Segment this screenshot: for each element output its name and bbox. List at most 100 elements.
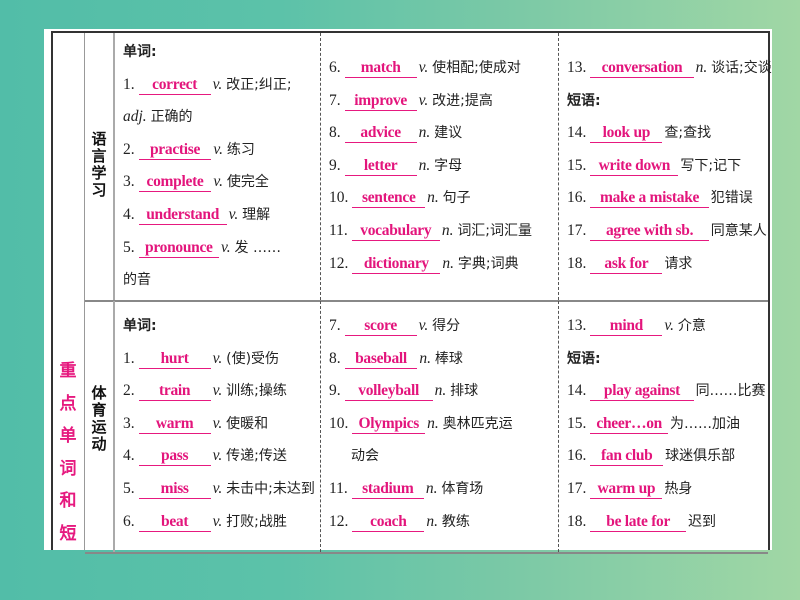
meaning: 字典;词典 <box>457 255 519 272</box>
vocab-entry: 16. fan club 球迷俱乐部 <box>567 443 735 469</box>
answer-blank[interactable]: mind <box>590 317 663 336</box>
meaning: 理解 <box>242 207 271 223</box>
answer-blank[interactable]: complete <box>138 173 212 193</box>
answer-blank[interactable]: warm <box>138 415 211 434</box>
part-of-speech: n. <box>418 124 435 142</box>
answer-blank[interactable]: agree with sb. <box>590 222 709 241</box>
vocab-entry: 7. improve v. 改进;提高 <box>329 88 493 114</box>
answer-blank[interactable]: look up <box>590 124 663 144</box>
answer-blank[interactable]: miss <box>138 480 211 499</box>
answer-blank[interactable]: advice <box>344 124 417 144</box>
part-of-speech: v. <box>212 512 227 530</box>
answer-blank[interactable]: letter <box>344 157 417 176</box>
answer-blank[interactable]: vocabulary <box>351 222 440 241</box>
answer-blank[interactable]: make a mistake <box>590 189 709 209</box>
entry-number: 5. <box>123 480 135 497</box>
answer-blank[interactable]: dictionary <box>352 255 441 274</box>
meaning: 同……比赛 <box>695 383 766 400</box>
vocab-entry: 13. mind v. 介意 <box>567 313 706 339</box>
column-1: 单词: 1. correct v. 改正;纠正; adj. 正确的 2. practise v… <box>115 33 321 300</box>
category-label: 语言学习 <box>91 130 107 199</box>
meaning: 动会 <box>351 448 379 465</box>
meaning: 使暖和 <box>226 415 269 432</box>
answer-blank[interactable]: pass <box>138 447 211 467</box>
answer-blank[interactable]: correct <box>138 76 211 95</box>
part-of-speech: n. <box>425 480 442 497</box>
vocab-entry: 2. train v. 训练;操练 <box>123 378 287 404</box>
answer-blank[interactable]: hurt <box>138 350 211 369</box>
vocab-entry: 7. score v. 得分 <box>329 313 460 339</box>
answer-blank[interactable]: coach <box>352 513 425 532</box>
meaning: 的音 <box>123 272 151 289</box>
section-column: 重点单词和短 <box>53 33 85 550</box>
vocab-entry: 5. pronounce v. 发 …… <box>123 235 281 261</box>
answer-blank[interactable]: baseball <box>344 350 418 369</box>
answer-blank[interactable]: practise <box>138 141 212 160</box>
entry-number: 5. <box>123 238 135 256</box>
meaning: 训练;操练 <box>226 383 287 400</box>
meaning: 写下;记下 <box>680 157 742 174</box>
meaning: (使)受伤 <box>226 350 280 367</box>
vocab-entry: 12. coach n. 教练 <box>329 509 470 535</box>
answer-blank[interactable]: beat <box>138 513 211 532</box>
vocab-entry: 5. miss v. 未击中;未达到 <box>123 476 315 502</box>
answer-blank[interactable]: cheer…on <box>590 415 668 434</box>
part-of-speech: v. <box>221 238 235 256</box>
part-of-speech: v. <box>418 91 433 109</box>
entry-number: 10. <box>329 414 349 432</box>
part-of-speech: v. <box>418 317 433 334</box>
meaning: 传递;传送 <box>226 448 287 465</box>
vocab-entry: 17. agree with sb. 同意某人 <box>567 218 767 244</box>
meaning: 同意某人 <box>710 223 767 239</box>
answer-blank[interactable]: fan club <box>590 447 664 467</box>
answer-blank[interactable]: Olympics <box>352 415 426 434</box>
entry-number: 1. <box>123 349 135 367</box>
category-label: 体育运动 <box>91 384 107 453</box>
entry-number: 1. <box>123 75 135 93</box>
answer-blank[interactable]: understand <box>138 206 227 225</box>
meaning: 球迷俱乐部 <box>665 448 736 465</box>
vocab-entry: 18. ask for 请求 <box>567 251 692 277</box>
part-of-speech: n. <box>419 349 435 367</box>
answer-blank[interactable]: write down <box>590 157 679 176</box>
answer-blank[interactable]: score <box>344 317 417 336</box>
meaning: 字母 <box>434 157 463 174</box>
part-of-speech: v. <box>212 349 227 367</box>
answer-blank[interactable]: be late for <box>590 513 686 532</box>
answer-blank[interactable]: warm up <box>590 480 663 499</box>
entry-number: 6. <box>329 59 341 76</box>
answer-blank[interactable]: sentence <box>352 189 426 209</box>
meaning: 查;查找 <box>664 125 712 142</box>
vocab-entry: 1. correct v. 改正;纠正; <box>123 72 292 98</box>
entry-number: 13. <box>567 59 587 76</box>
entry-number: 14. <box>567 124 587 142</box>
answer-blank[interactable]: conversation <box>590 59 694 78</box>
part-of-speech: v. <box>213 173 227 191</box>
entry-number: 7. <box>329 317 341 334</box>
vocab-entry: 18. be late for 迟到 <box>567 509 716 535</box>
answer-blank[interactable]: improve <box>344 92 417 111</box>
meaning: 得分 <box>432 318 461 334</box>
table-row-language-learning: 语言学习 单词: 1. correct v. 改正;纠正; adj. 正确的 2. prac… <box>85 33 772 302</box>
vocab-entry: 16. make a mistake 犯错误 <box>567 185 753 211</box>
vocab-entry: 11. stadium n. 体育场 <box>329 476 483 502</box>
entry-number: 3. <box>123 173 135 191</box>
entry-continuation: 动会 <box>351 443 379 469</box>
part-of-speech: v. <box>212 447 227 465</box>
answer-blank[interactable]: volleyball <box>344 382 433 402</box>
entry-number: 16. <box>567 447 587 465</box>
entry-number: 2. <box>123 382 135 400</box>
entry-number: 10. <box>329 189 349 207</box>
answer-blank[interactable]: ask for <box>590 255 663 274</box>
entry-number: 15. <box>567 414 587 432</box>
answer-blank[interactable]: train <box>138 382 211 402</box>
answer-blank[interactable]: pronounce <box>138 239 220 258</box>
vocab-entry: 11. vocabulary n. 词汇;词汇量 <box>329 218 532 244</box>
entry-number: 8. <box>329 124 341 142</box>
entry-number: 6. <box>123 512 135 530</box>
part-of-speech: n. <box>442 254 458 272</box>
answer-blank[interactable]: stadium <box>351 480 424 499</box>
answer-blank[interactable]: play against <box>590 382 694 402</box>
vocab-entry: 4. understand v. 理解 <box>123 202 270 228</box>
answer-blank[interactable]: match <box>344 59 417 78</box>
